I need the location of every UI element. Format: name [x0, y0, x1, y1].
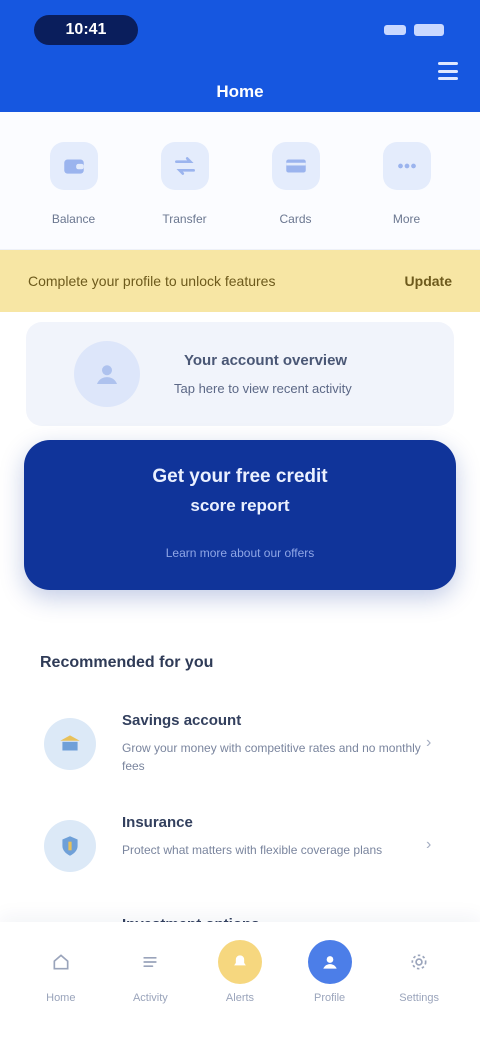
user-icon: [307, 940, 352, 984]
chevron-right-icon: ›: [426, 734, 432, 751]
account-info-card[interactable]: Your account overview Tap here to view r…: [26, 322, 454, 426]
quick-action-label: More: [392, 212, 421, 226]
nav-label: Profile: [313, 992, 346, 1004]
nav-item-alerts[interactable]: Alerts: [200, 940, 280, 1040]
quick-action-more[interactable]: More: [359, 142, 455, 249]
more-icon: [382, 142, 431, 190]
list-item-title: Insurance: [122, 814, 193, 831]
page-title: Home: [216, 82, 264, 101]
home-icon: [39, 940, 83, 984]
chevron-right-icon: ›: [426, 836, 432, 853]
nav-label: Activity: [132, 992, 168, 1004]
list-item-desc: Grow your money with competitive rates a…: [122, 741, 421, 773]
account-info-title: Your account overview: [184, 352, 348, 369]
transfer-icon: [160, 142, 209, 190]
list-item[interactable]: Insurance Protect what matters with flex…: [0, 792, 480, 894]
profile-banner[interactable]: Complete your profile to unlock features…: [0, 250, 480, 312]
quick-actions: Balance Transfer Cards More: [0, 112, 480, 250]
promo-subtitle: score report: [190, 496, 290, 515]
alert-icon: [217, 940, 262, 984]
bottom-nav: Home Activity Alerts Profile Settings: [0, 922, 480, 1040]
account-info-text: Your account overview Tap here to view r…: [174, 352, 352, 396]
nav-label: Home: [46, 992, 76, 1004]
quick-action-label: Balance: [51, 212, 96, 226]
settings-icon: [397, 940, 441, 984]
banner-text: Complete your profile to unlock features: [28, 273, 276, 289]
app-header: 10:41 Home: [0, 0, 480, 112]
quick-action-label: Cards: [279, 212, 312, 226]
list-item-title: Savings account: [122, 712, 242, 729]
status-icons: [384, 24, 444, 36]
nav-item-activity[interactable]: Activity: [110, 940, 190, 1040]
header-row: Home: [0, 60, 480, 112]
list-item-body: Savings account Grow your money with com…: [122, 712, 426, 775]
list-item-body: Insurance Protect what matters with flex…: [122, 814, 426, 859]
promo-card[interactable]: Get your free credit score report Learn …: [24, 440, 456, 590]
quick-action-label: Transfer: [162, 212, 207, 226]
nav-item-home[interactable]: Home: [21, 940, 101, 1040]
battery-icon: [414, 24, 444, 36]
bank-icon: [44, 718, 96, 770]
menu-icon[interactable]: [438, 62, 458, 80]
quick-action-transfer[interactable]: Transfer: [137, 142, 233, 249]
signal-icon: [384, 25, 406, 35]
section-title: Recommended for you: [40, 654, 214, 671]
quick-action-cards[interactable]: Cards: [248, 142, 344, 249]
list-item[interactable]: Savings account Grow your money with com…: [0, 690, 480, 792]
list-item-desc: Protect what matters with flexible cover…: [122, 843, 383, 857]
promo-title: Get your free credit: [152, 466, 328, 487]
shield-icon: [44, 820, 96, 872]
banner-update-link[interactable]: Update: [405, 273, 452, 289]
nav-label: Alerts: [225, 992, 255, 1004]
promo-footer: Learn more about our offers: [165, 546, 315, 560]
wallet-icon: [49, 142, 98, 190]
status-bar: 10:41: [0, 0, 480, 60]
nav-item-profile[interactable]: Profile: [290, 940, 370, 1040]
card-icon: [271, 142, 320, 190]
account-info-subtitle: Tap here to view recent activity: [174, 381, 352, 396]
nav-item-settings[interactable]: Settings: [379, 940, 459, 1040]
quick-action-balance[interactable]: Balance: [26, 142, 122, 249]
list-icon: [128, 940, 172, 984]
status-time: 10:41: [34, 15, 138, 45]
nav-label: Settings: [399, 992, 440, 1004]
account-icon: [74, 341, 140, 407]
